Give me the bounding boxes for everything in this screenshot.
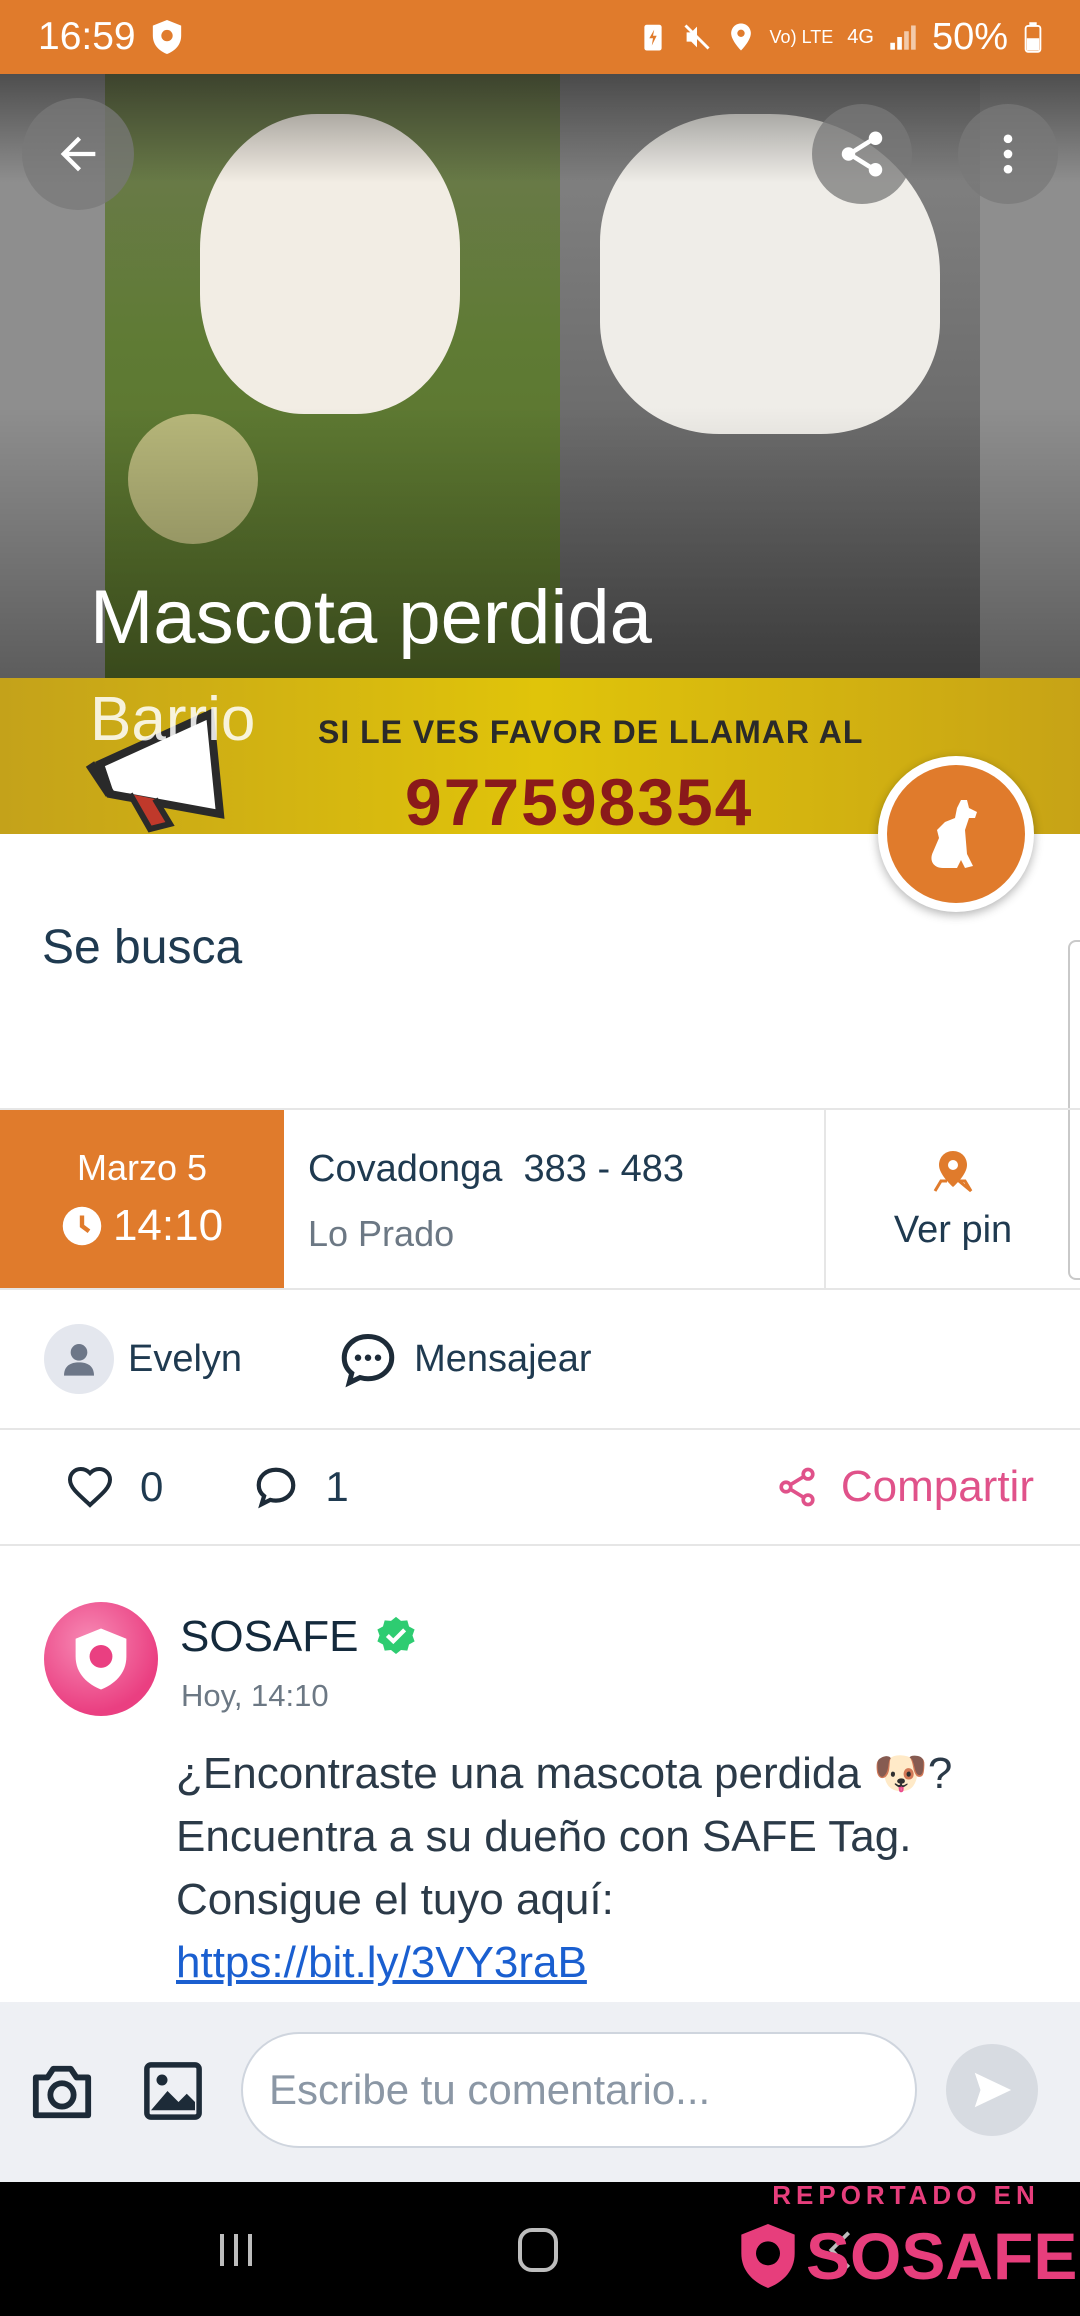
author-avatar[interactable] [44, 1324, 114, 1394]
battery-icon [1024, 22, 1042, 53]
comment-text: ¿Encontraste una mascota perdida 🐶? Encu… [176, 1742, 976, 1994]
shield-status-icon [152, 20, 181, 54]
comment-composer [0, 2002, 1080, 2182]
send-button[interactable] [946, 2044, 1038, 2136]
post-time: 14:10 [112, 1201, 224, 1250]
dog-icon [931, 800, 977, 868]
back-arrow-icon [60, 136, 96, 172]
view-pin-label: Ver pin [893, 1208, 1013, 1251]
post-description: Se busca [42, 921, 243, 974]
status-time: 16:59 [38, 15, 136, 58]
comment-item: SOSAFE Hoy, 14:10 ¿Encontraste una masco… [0, 1546, 1080, 2002]
network-indicator: 4G [847, 25, 874, 48]
comment-link[interactable]: https://bit.ly/3VY3raB [176, 1938, 587, 1987]
author-name[interactable]: Evelyn [128, 1338, 242, 1381]
banner-phone: 977598354 [405, 765, 754, 834]
mute-icon [683, 24, 710, 50]
date-box: Marzo 5 14:10 [0, 1110, 284, 1288]
sosafe-logo-icon [75, 1628, 127, 1690]
sosafe-logo-icon [741, 2224, 795, 2288]
status-icons: Vo) LTE 4G 50% [638, 16, 1044, 59]
comments-button[interactable]: 1 [253, 1463, 349, 1511]
comment-input[interactable] [241, 2032, 917, 2148]
category-pet-button[interactable] [878, 756, 1034, 912]
more-vert-icon [1003, 134, 1013, 174]
message-label: Mensajear [414, 1337, 592, 1380]
post-info-row: Marzo 5 14:10 Covadonga 383 - 483 Lo Pra… [0, 1108, 1080, 1290]
street-address: Covadonga 383 - 483 [308, 1148, 685, 1190]
reactions-row: 0 1 Compartir [0, 1430, 1080, 1546]
like-count: 0 [140, 1463, 164, 1510]
comment-count: 1 [325, 1463, 349, 1510]
comment-author-row: SOSAFE [180, 1612, 419, 1662]
hero-image[interactable]: SI LE VES FAVOR DE LLAMAR AL 977598354 M… [0, 74, 1080, 834]
share-icon [841, 131, 883, 177]
post-time-row: 14:10 [61, 1201, 223, 1251]
image-icon [144, 2062, 202, 2120]
gallery-button[interactable] [140, 2058, 206, 2129]
watermark-top: REPORTADO EN [772, 2180, 1040, 2210]
author-row: Evelyn Mensajear [0, 1290, 1080, 1430]
post-date: Marzo 5 [76, 1147, 208, 1188]
comment-author[interactable]: SOSAFE [180, 1612, 359, 1662]
comment-time: Hoy, 14:10 [181, 1678, 329, 1713]
heart-icon [67, 1466, 113, 1508]
home-icon[interactable] [514, 2224, 562, 2276]
battery-saver-icon [643, 24, 662, 51]
share-post-button[interactable]: Compartir [775, 1462, 1034, 1512]
clock-icon [62, 1206, 102, 1246]
map-pin-icon [933, 1150, 973, 1192]
share-icon [779, 1467, 815, 1507]
sosafe-avatar[interactable] [44, 1602, 158, 1716]
post-title: Mascota perdida [90, 575, 652, 660]
camera-icon [32, 2065, 92, 2119]
volte-indicator: Vo) LTE [769, 27, 834, 47]
commune: Lo Prado [308, 1213, 455, 1254]
message-button[interactable]: Mensajear [338, 1329, 591, 1389]
verified-icon [376, 1616, 415, 1655]
watermark-brand: SOSAFE [806, 2219, 1078, 2293]
share-label: Compartir [840, 1462, 1034, 1511]
share-button[interactable] [812, 104, 912, 204]
send-icon [974, 2072, 1012, 2108]
signal-icon [890, 25, 916, 50]
address-box: Covadonga 383 - 483 Lo Prado [284, 1110, 826, 1288]
view-pin-button[interactable]: Ver pin [826, 1110, 1080, 1288]
recents-icon[interactable] [212, 2226, 260, 2274]
back-button[interactable] [22, 98, 134, 210]
comment-body: ¿Encontraste una mascota perdida 🐶? Encu… [176, 1749, 953, 1924]
post-subtitle: Barrio [90, 685, 256, 754]
like-button[interactable]: 0 [66, 1463, 163, 1511]
camera-button[interactable] [26, 2060, 98, 2129]
sosafe-watermark: REPORTADO EN SOSAFE [736, 2180, 1078, 2316]
status-bar: 16:59 Vo) LTE 4G 50% [0, 0, 1080, 74]
more-options-button[interactable] [958, 104, 1058, 204]
comment-icon [257, 1467, 296, 1509]
banner-text: SI LE VES FAVOR DE LLAMAR AL [318, 714, 864, 750]
person-icon [64, 1344, 94, 1376]
chat-bubble-icon [341, 1333, 395, 1388]
location-icon [730, 23, 751, 51]
battery-percent: 50% [931, 15, 1008, 58]
